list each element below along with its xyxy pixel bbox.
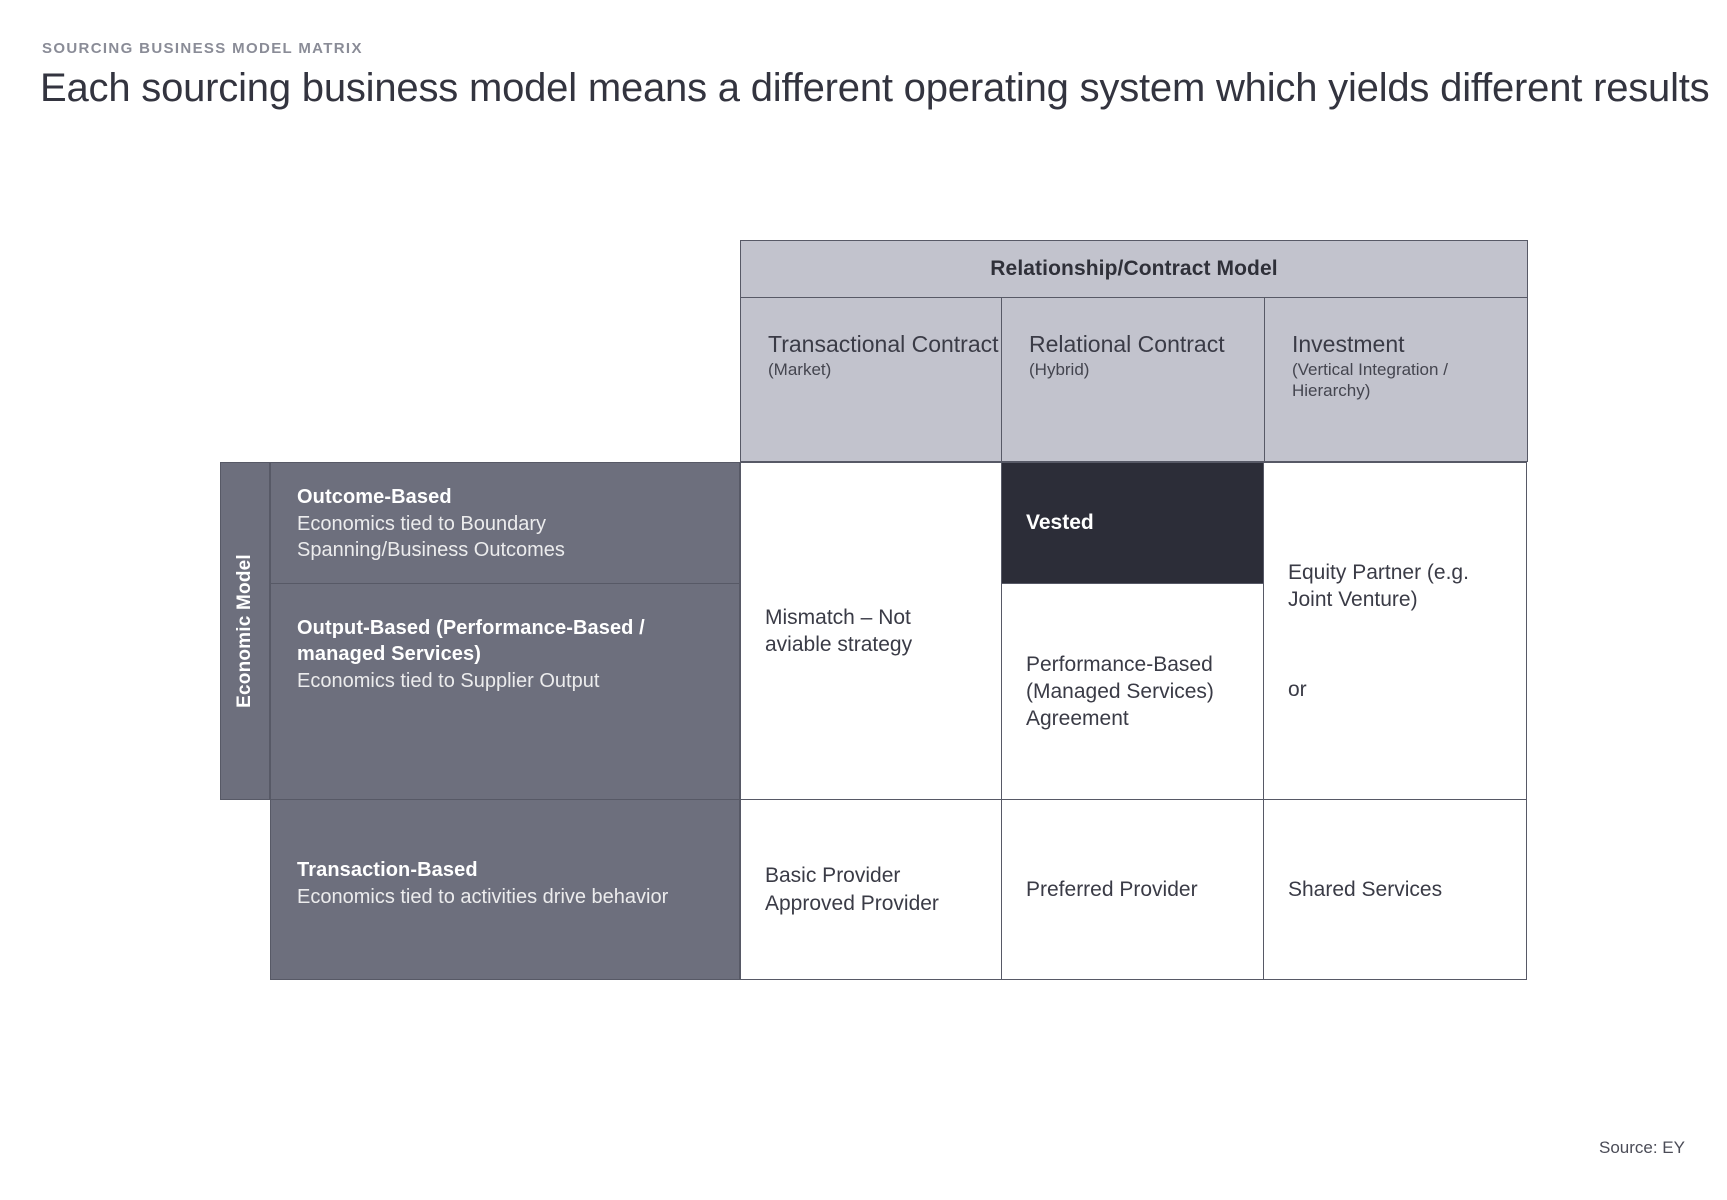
- column-header-name: Relational Contract: [1029, 331, 1225, 357]
- column-header-investment: Investment (Vertical Integration / Hiera…: [1265, 298, 1528, 462]
- cell-investment-or: or: [1288, 677, 1307, 701]
- row-label-title: Output-Based (Performance-Based / manage…: [297, 617, 645, 665]
- economic-model-axis-label: Economic Model: [234, 554, 256, 708]
- column-header-relational-contract: Relational Contract (Hybrid): [1002, 298, 1265, 462]
- column-header-group: Relationship/Contract Model Transactiona…: [740, 240, 1528, 462]
- economic-model-axis-band: Economic Model: [220, 462, 270, 800]
- cell-investment-outcome-output: Equity Partner (e.g. Joint Venture) or: [1263, 462, 1527, 800]
- row-label-description: Economics tied to Supplier Output: [297, 669, 600, 692]
- row-label-outcome-based: Outcome-Based Economics tied to Boundary…: [270, 462, 740, 584]
- cell-investment-equity-partner: Equity Partner (e.g. Joint Venture): [1288, 561, 1469, 612]
- row-label-column: Outcome-Based Economics tied to Boundary…: [270, 462, 740, 980]
- matrix-body: Mismatch – Not aviable strategy Vested P…: [740, 462, 1528, 980]
- cell-relational-outcome-vested: Vested: [1001, 462, 1264, 584]
- cell-transactional-transaction: Basic Provider Approved Provider: [740, 799, 1002, 980]
- column-header-qualifier: (Market): [768, 360, 832, 380]
- page-title: Each sourcing business model means a dif…: [40, 66, 1710, 110]
- row-label-transaction-based: Transaction-Based Economics tied to acti…: [270, 800, 740, 980]
- cell-relational-transaction: Preferred Provider: [1001, 799, 1264, 980]
- column-header-row: Transactional Contract (Market) Relation…: [740, 298, 1528, 462]
- source-attribution: Source: EY: [1599, 1138, 1685, 1157]
- row-label-title: Outcome-Based: [297, 486, 452, 508]
- column-header-name: Transactional Contract: [768, 331, 999, 357]
- eyebrow-label: SOURCING BUSINESS MODEL MATRIX: [42, 40, 363, 57]
- row-label-description: Economics tied to activities drive behav…: [297, 885, 669, 908]
- row-label-output-based: Output-Based (Performance-Based / manage…: [270, 584, 740, 800]
- cell-relational-output: Performance-Based (Managed Services) Agr…: [1001, 583, 1264, 800]
- column-header-name: Investment: [1292, 331, 1405, 357]
- column-group-title: Relationship/Contract Model: [740, 240, 1528, 298]
- row-label-description: Economics tied to Boundary Spanning/Busi…: [297, 512, 565, 561]
- column-header-transactional-contract: Transactional Contract (Market): [740, 298, 1002, 462]
- column-header-qualifier: (Vertical Integration / Hierarchy): [1292, 360, 1448, 401]
- cell-investment-transaction: Shared Services: [1263, 799, 1527, 980]
- column-header-qualifier: (Hybrid): [1029, 360, 1090, 380]
- cell-transactional-outcome-output: Mismatch – Not aviable strategy: [740, 462, 1002, 800]
- row-label-title: Transaction-Based: [297, 859, 478, 881]
